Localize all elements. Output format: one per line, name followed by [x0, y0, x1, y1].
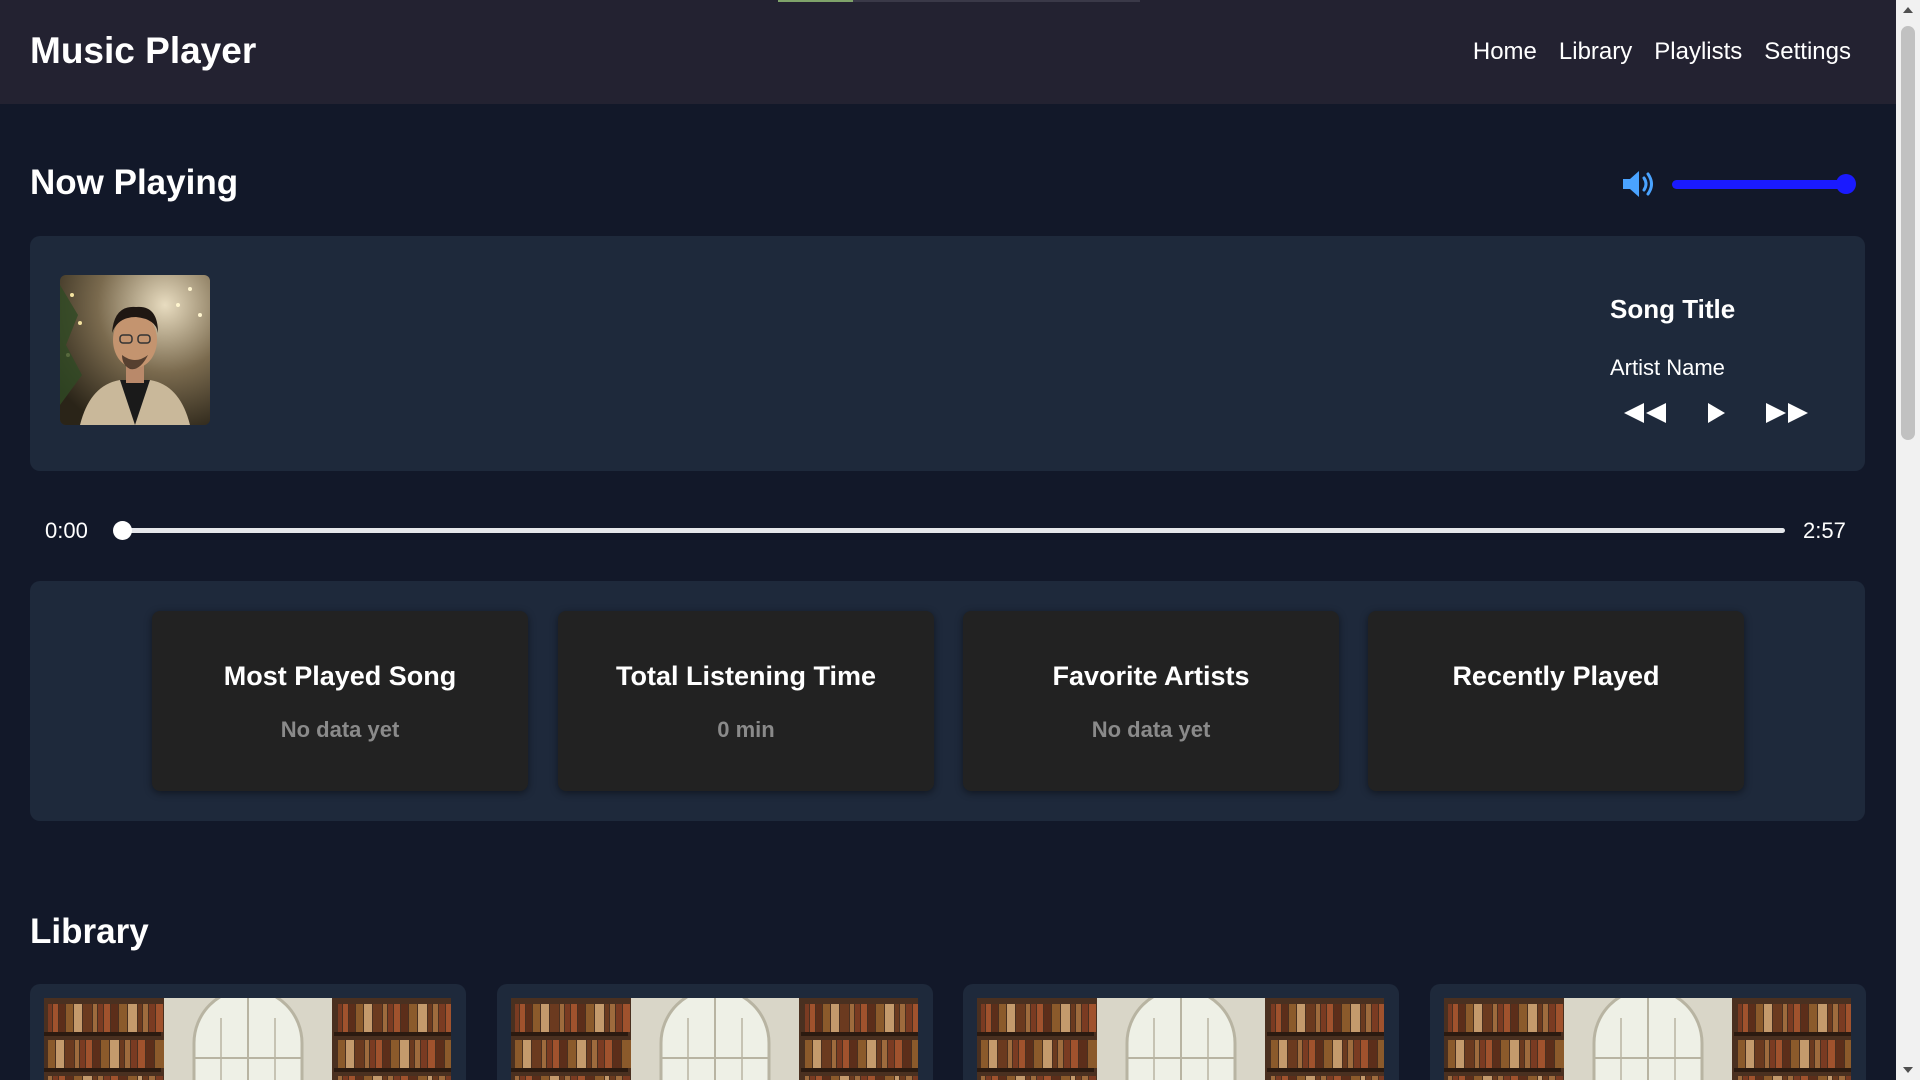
now-playing-heading: Now Playing [30, 163, 239, 202]
scroll-up-button[interactable] [1896, 0, 1920, 20]
nav-home-link[interactable]: Home [1473, 38, 1537, 66]
next-button[interactable] [1764, 402, 1810, 424]
stat-title: Favorite Artists [1052, 661, 1250, 691]
stat-card-recently-played: Recently Played [1368, 611, 1744, 791]
stat-value: 0 min [717, 717, 775, 742]
library-heading: Library [30, 912, 149, 951]
stat-title: Most Played Song [223, 661, 457, 691]
song-title: Song Title [1610, 294, 1736, 324]
library-item[interactable] [497, 984, 933, 1080]
total-time: 2:57 [1803, 518, 1846, 543]
stat-card-listening-time: Total Listening Time 0 min [558, 611, 934, 791]
volume-slider-thumb[interactable] [1836, 174, 1856, 194]
album-art-portrait-image [60, 275, 210, 425]
scrollbar-thumb[interactable] [1901, 26, 1915, 440]
nav-library-link[interactable]: Library [1559, 38, 1632, 66]
top-navigation-bar: Music Player Home Library Playlists Sett… [0, 0, 1896, 104]
app-title: Music Player [30, 30, 257, 71]
library-cover-image [1444, 998, 1851, 1080]
stat-title: Total Listening Time [615, 661, 877, 691]
bookshelf-image [977, 998, 1384, 1080]
page-scrollbar[interactable] [1896, 0, 1920, 1080]
scroll-down-button[interactable] [1896, 1060, 1920, 1080]
volume-slider[interactable] [1672, 174, 1856, 194]
music-player-page: Music Player Home Library Playlists Sett… [0, 0, 1896, 1080]
track-info: Song Title Artist Name [1610, 294, 1735, 381]
playback-controls [1622, 402, 1810, 424]
play-icon [1708, 403, 1725, 423]
library-item[interactable] [1430, 984, 1866, 1080]
stat-value [1368, 717, 1744, 743]
scroll-down-arrow-icon [1903, 1067, 1913, 1073]
listening-stats-panel: Most Played Song No data yet Total Liste… [30, 581, 1865, 821]
main-nav: Home Library Playlists Settings [1473, 38, 1851, 66]
bookshelf-image [1444, 998, 1851, 1080]
stat-card-most-played: Most Played Song No data yet [152, 611, 528, 791]
loading-indicator [778, 0, 853, 2]
stat-value: No data yet [280, 717, 400, 742]
library-cover-image [511, 998, 918, 1080]
previous-button[interactable] [1622, 402, 1668, 424]
nav-playlists-link[interactable]: Playlists [1654, 38, 1742, 66]
artist-name: Artist Name [1610, 355, 1725, 380]
progress-bar[interactable] [113, 521, 1785, 540]
fast-forward-icon [1766, 403, 1808, 423]
scroll-up-arrow-icon [1903, 7, 1913, 13]
progress-thumb[interactable] [113, 521, 132, 540]
stat-value: No data yet [1091, 717, 1211, 742]
library-cover-image [977, 998, 1384, 1080]
album-art [60, 275, 210, 425]
volume-control [1620, 166, 1856, 202]
library-item[interactable] [963, 984, 1399, 1080]
stat-title: Recently Played [1452, 661, 1660, 691]
now-playing-card: Song Title Artist Name [30, 236, 1865, 471]
rewind-icon [1624, 403, 1666, 423]
library-item[interactable] [30, 984, 466, 1080]
nav-settings-link[interactable]: Settings [1764, 38, 1851, 66]
bookshelf-image [44, 998, 451, 1080]
current-time: 0:00 [45, 518, 88, 543]
speaker-volume-icon[interactable] [1620, 166, 1658, 202]
play-button[interactable] [1706, 402, 1726, 424]
library-cover-image [44, 998, 451, 1080]
stat-card-favorite-artists: Favorite Artists No data yet [963, 611, 1339, 791]
bookshelf-image [511, 998, 918, 1080]
